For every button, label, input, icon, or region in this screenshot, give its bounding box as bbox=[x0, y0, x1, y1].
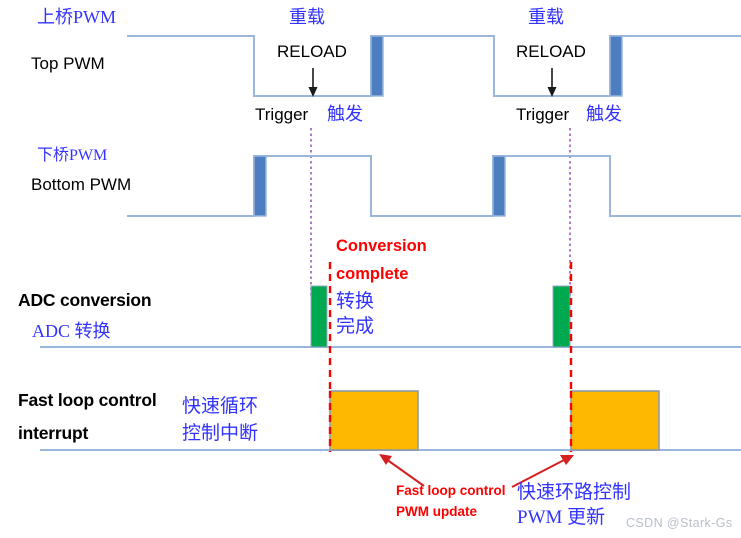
fastloop-label-cn-2: 控制中断 bbox=[182, 423, 259, 444]
update-note-en-1: Fast loop control bbox=[396, 483, 506, 498]
reload-label-cn-2: 重载 bbox=[528, 7, 564, 27]
conversion-note-cn-1: 转换 bbox=[336, 291, 375, 312]
update-note-cn-1: 快速环路控制 bbox=[517, 482, 632, 503]
top-pwm-trace bbox=[127, 35, 741, 97]
trigger-label-en-2: Trigger bbox=[516, 105, 570, 124]
top-pwm-label-en: Top PWM bbox=[31, 54, 105, 73]
top-pwm-label-cn: 上桥PWM bbox=[37, 7, 117, 27]
reload-label-en-1: RELOAD bbox=[277, 42, 347, 61]
interrupt-block-2 bbox=[570, 390, 660, 451]
reload-arrow-2 bbox=[547, 68, 557, 97]
trigger-label-cn-2: 触发 bbox=[586, 104, 622, 124]
update-note-en-2: PWM update bbox=[396, 504, 477, 519]
bottom-pwm-edge-bar-2 bbox=[492, 155, 506, 217]
trigger-label-en-1: Trigger bbox=[255, 105, 309, 124]
fastloop-label-en-2: interrupt bbox=[18, 423, 89, 443]
update-note-cn-2: PWM 更新 bbox=[517, 507, 606, 528]
reload-label-en-2: RELOAD bbox=[516, 42, 586, 61]
bottom-pwm-edge-bar-1 bbox=[253, 155, 267, 217]
conversion-note-cn-2: 完成 bbox=[336, 316, 375, 337]
bottom-pwm-label-cn: 下桥PWM bbox=[37, 147, 108, 164]
bottom-pwm-label-en: Bottom PWM bbox=[31, 175, 132, 194]
adc-label-cn: ADC 转换 bbox=[32, 321, 111, 341]
watermark: CSDN @Stark-Gs bbox=[626, 516, 733, 530]
conversion-note-en-1: Conversion bbox=[336, 237, 427, 255]
fastloop-label-en-1: Fast loop control bbox=[18, 390, 157, 410]
interrupt-block-1 bbox=[329, 390, 419, 451]
timing-diagram: 上桥PWM Top PWM 重载 RELOAD 重载 RELOAD Trigge… bbox=[0, 0, 741, 538]
adc-pulse-2 bbox=[552, 285, 571, 348]
adc-pulse-1 bbox=[310, 285, 328, 348]
pwm-update-arrow-left bbox=[379, 454, 425, 487]
bottom-pwm-waveform bbox=[127, 155, 741, 217]
reload-arrow-1 bbox=[308, 68, 318, 97]
reload-label-cn-1: 重载 bbox=[289, 7, 325, 27]
top-pwm-waveform bbox=[127, 35, 741, 97]
adc-label-en: ADC conversion bbox=[18, 290, 152, 310]
bottom-pwm-trace bbox=[127, 155, 741, 217]
fastloop-label-cn-1: 快速循环 bbox=[182, 396, 259, 417]
top-pwm-edge-bar-2 bbox=[609, 35, 623, 97]
top-pwm-edge-bar-1 bbox=[370, 35, 384, 97]
trigger-label-cn-1: 触发 bbox=[327, 104, 363, 124]
conversion-note-en-2: complete bbox=[336, 265, 409, 283]
